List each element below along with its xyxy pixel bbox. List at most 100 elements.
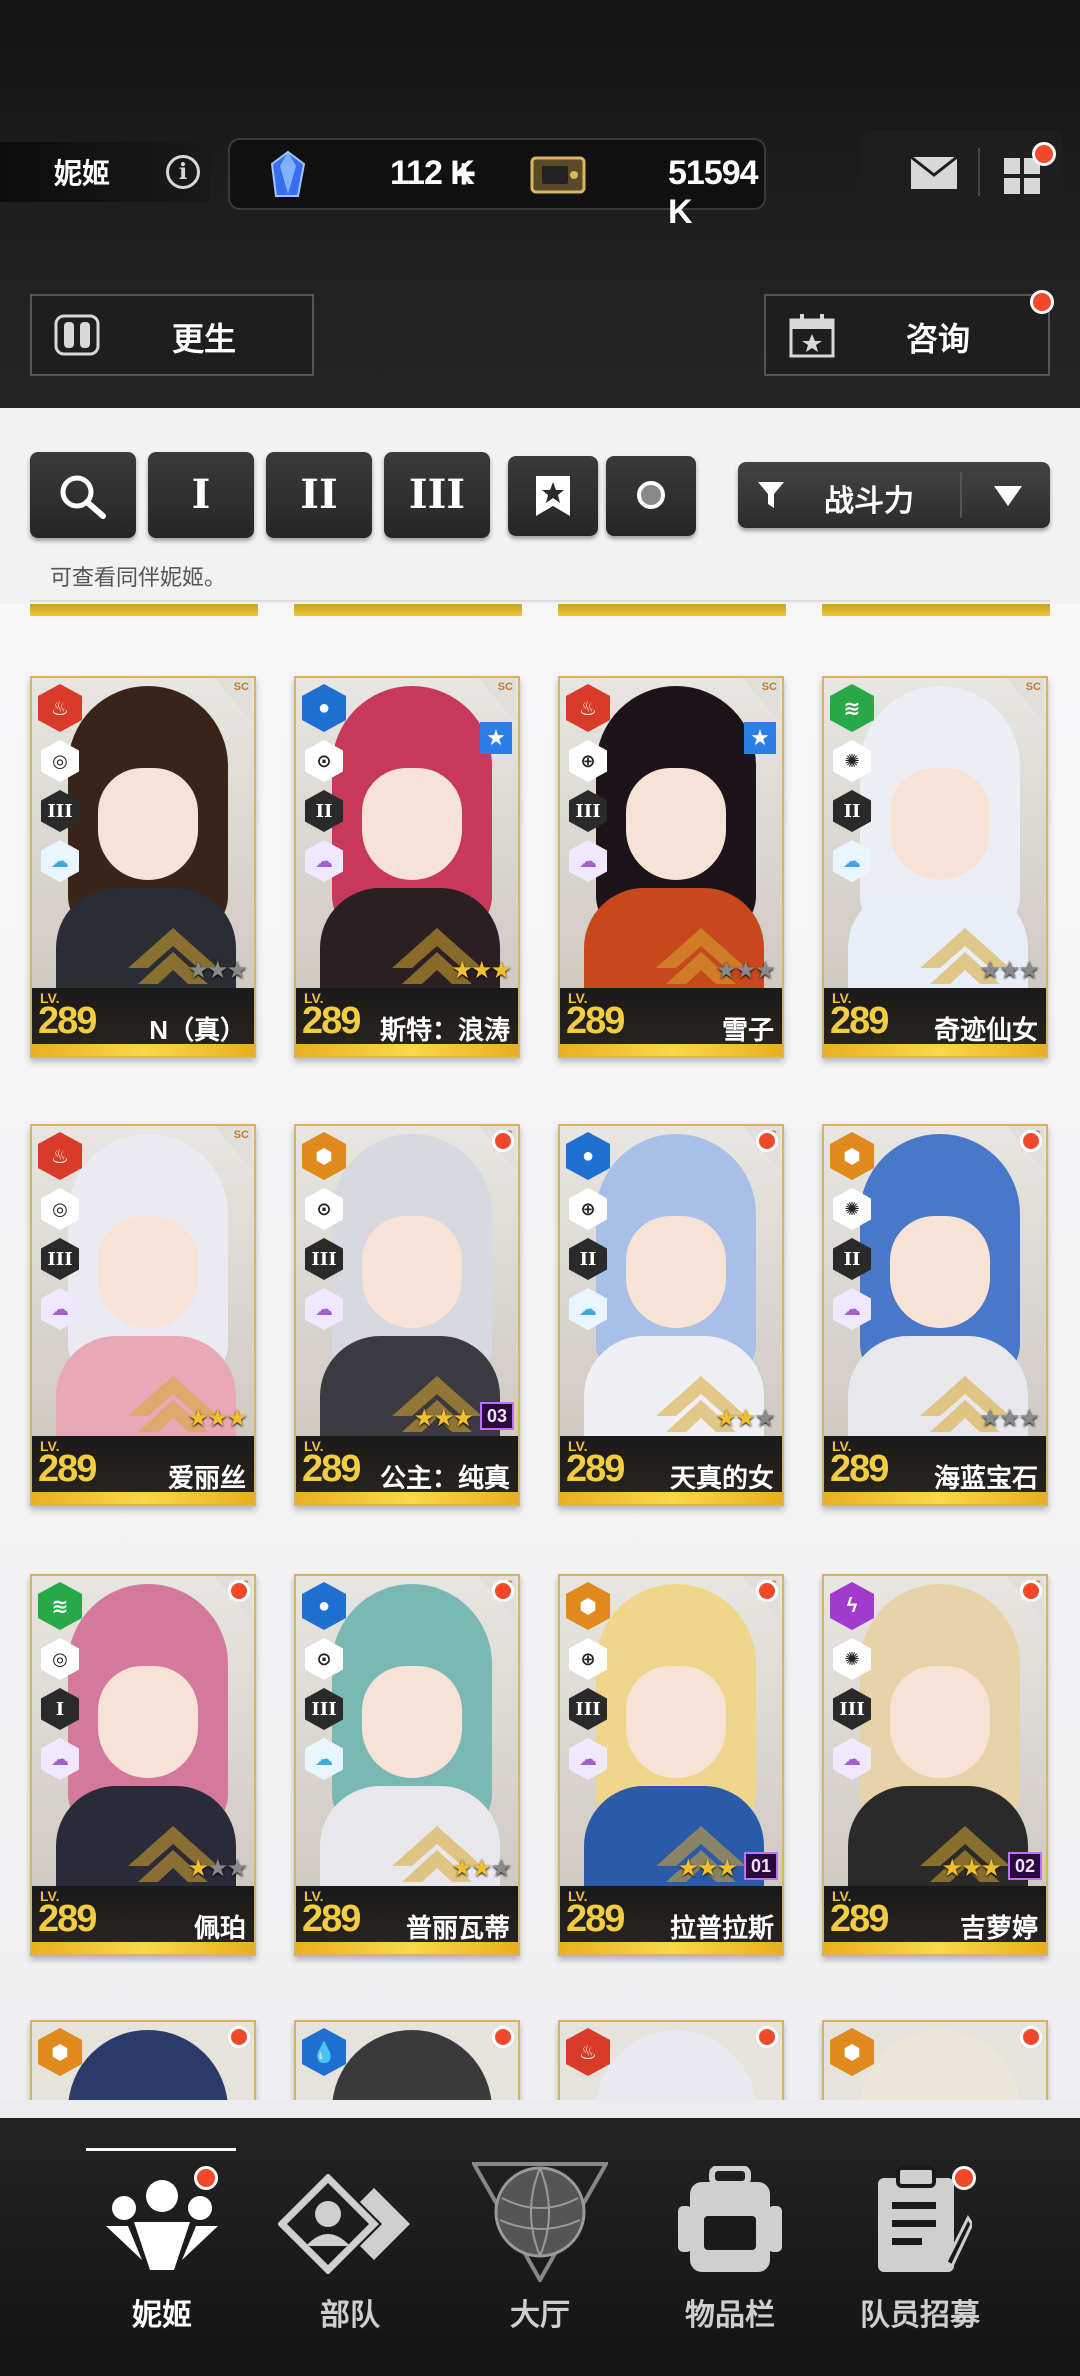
card-info-bar: LV. 289 爱丽丝 ★★★ — [32, 1405, 254, 1504]
sort-divider — [960, 472, 962, 518]
limit-break-badge: 01 — [744, 1852, 778, 1880]
card-info-bar: LV. 289 海蓝宝石 ★★★ — [824, 1405, 1046, 1504]
consult-button[interactable]: 咨询 — [764, 290, 1054, 376]
card-info-bar: LV. 289 天真的女 ★★★ — [560, 1405, 782, 1504]
character-name: 公主：纯真 — [379, 1463, 510, 1493]
character-name: 佩珀 — [193, 1913, 246, 1943]
favorite-star-icon: ★ — [480, 722, 512, 754]
hint-text: 可查看同伴妮姬。 — [50, 565, 227, 590]
favorite-star-icon: ★ — [744, 722, 776, 754]
level-value: 289 — [38, 1898, 97, 1940]
rebirth-label: 更生 — [172, 321, 237, 357]
character-card[interactable]: SC ≋ ✺ II ☁ LV. 289 奇迹仙女 ★★★ — [822, 676, 1048, 1058]
card-notification-dot — [756, 2026, 778, 2048]
card-info-bar: LV. 289 奇迹仙女 ★★★ — [824, 957, 1046, 1056]
character-card[interactable]: SC ● ⊙ II ☁ ★ LV. 289 斯特：浪涛 ★★★ — [294, 676, 520, 1058]
character-name: 普丽瓦蒂 — [405, 1913, 510, 1943]
gold-stripe — [32, 1492, 254, 1504]
class-filter-3[interactable]: III — [384, 452, 490, 538]
gold-stripe — [560, 1942, 782, 1954]
nav-nikke-dot — [194, 2166, 218, 2190]
character-card[interactable]: SC ♨ ◎ III ☁ LV. 289 爱丽丝 ★★★ — [30, 1124, 256, 1506]
element-filter-button[interactable] — [606, 456, 696, 536]
card-notification-dot — [492, 1580, 514, 1602]
top-header: 妮姬 i 112 K + 51594 K 更生 咨询 — [0, 0, 1080, 408]
character-card[interactable]: SC ♨ ⊕ III ☁ ★ LV. 289 雪子 ★★★ — [558, 676, 784, 1058]
star-rating: ★★★ — [715, 1405, 775, 1432]
nav-lobby[interactable]: 大厅 — [432, 2118, 648, 2376]
bookmark-star-icon — [536, 476, 570, 516]
nav-recruit[interactable]: 队员招募 — [812, 2118, 1028, 2376]
level-value: 289 — [566, 1000, 625, 1042]
nav-label: 妮姬 — [132, 2299, 192, 2332]
nav-label: 物品栏 — [685, 2299, 775, 2332]
character-card[interactable]: SC●⊙III☁LV.289普丽瓦蒂★★★ — [294, 1574, 520, 1956]
level-value: 289 — [38, 1000, 97, 1042]
character-name: 天真的女 — [669, 1463, 774, 1493]
consult-label: 咨询 — [906, 321, 971, 357]
gold-stripe — [296, 1044, 518, 1056]
search-button[interactable] — [30, 452, 136, 538]
character-card[interactable]: SC⬢⊕III☁LV.289拉普拉斯★★★01 — [558, 1574, 784, 1956]
filter-funnel-icon — [758, 482, 784, 508]
level-value: 289 — [830, 1000, 889, 1042]
gold-stripe — [560, 1492, 782, 1504]
character-card[interactable]: SCϟ✺III☁LV.289吉萝婷★★★02 — [822, 1574, 1048, 1956]
card-notification-dot — [756, 1130, 778, 1152]
class-filter-1[interactable]: I — [148, 452, 254, 538]
sort-label: 战斗力 — [824, 485, 914, 518]
character-card-partial[interactable]: ⬢ — [30, 2020, 256, 2100]
menu-notification-dot — [1032, 142, 1056, 166]
level-value: 289 — [38, 1448, 97, 1490]
favorite-filter-button[interactable] — [508, 456, 598, 536]
character-card-partial[interactable]: ♨ — [558, 2020, 784, 2100]
character-card[interactable]: SC≋◎I☁LV.289佩珀★★★ — [30, 1574, 256, 1956]
sort-dropdown[interactable]: 战斗力 — [738, 462, 1050, 528]
character-card[interactable]: SC⬢⊙III☁LV.289公主：纯真★★★03 — [294, 1124, 520, 1506]
character-card[interactable]: SC●⊕II☁LV.289天真的女★★★ — [558, 1124, 784, 1506]
class-filter-2[interactable]: II — [266, 452, 372, 538]
card-notification-dot — [1020, 1580, 1042, 1602]
star-rating: ★★★ — [187, 957, 247, 984]
character-name: 奇迹仙女 — [933, 1015, 1038, 1045]
card-info-bar: LV. 289 拉普拉斯 ★★★ 01 — [560, 1852, 782, 1954]
gold-stripe — [296, 1942, 518, 1954]
title-bar: 妮姬 i — [0, 142, 210, 202]
star-rating: ★★★ — [187, 1405, 248, 1432]
chevron-down-icon — [994, 486, 1022, 506]
level-value: 289 — [302, 1898, 361, 1940]
card-info-bar: LV. 289 斯特：浪涛 ★★★ — [296, 957, 518, 1056]
gem-icon — [270, 150, 306, 197]
card-notification-dot — [1020, 2026, 1042, 2048]
card-info-bar: LV. 289 普丽瓦蒂 ★★★ — [296, 1855, 518, 1954]
active-indicator — [86, 2148, 236, 2151]
character-card[interactable]: SC⬢✺II☁LV.289海蓝宝石★★★ — [822, 1124, 1048, 1506]
card-notification-dot — [492, 2026, 514, 2048]
character-name: 吉萝婷 — [959, 1913, 1038, 1943]
character-card-partial[interactable]: 💧 — [294, 2020, 520, 2100]
card-notification-dot — [228, 2026, 250, 2048]
class-filter-3-label: III — [408, 471, 466, 518]
class-filter-1-label: I — [191, 471, 211, 518]
limit-break-badge: 03 — [480, 1402, 514, 1430]
star-rating: ★★★ — [715, 957, 775, 984]
nav-squad[interactable]: 部队 — [242, 2118, 458, 2376]
level-value: 289 — [566, 1898, 625, 1940]
currency-bar: 112 K + 51594 K — [228, 138, 766, 231]
card-info-bar: LV. 289 佩珀 ★★★ — [32, 1855, 254, 1954]
nav-nikke[interactable]: 妮姬 — [54, 2118, 270, 2376]
card-info-bar: LV. 289 雪子 ★★★ — [560, 957, 782, 1056]
character-card[interactable]: SC ♨ ◎ III ☁ LV. 289 N（真） ★★★ — [30, 676, 256, 1058]
rebirth-button[interactable]: 更生 — [30, 294, 314, 376]
card-info-bar: LV. 289 吉萝婷 ★★★ 02 — [824, 1852, 1046, 1954]
gold-stripe — [824, 1942, 1046, 1954]
info-icon[interactable]: i — [166, 155, 200, 189]
credit-count: 51594 K — [668, 154, 759, 231]
card-notification-dot — [228, 1580, 250, 1602]
character-card-partial[interactable]: ⬢ — [822, 2020, 1048, 2100]
level-value: 289 — [830, 1448, 889, 1490]
nav-inventory[interactable]: 物品栏 — [622, 2118, 838, 2376]
add-gems-button[interactable]: + — [442, 148, 486, 200]
level-value: 289 — [566, 1448, 625, 1490]
mail-icon[interactable] — [910, 156, 958, 190]
